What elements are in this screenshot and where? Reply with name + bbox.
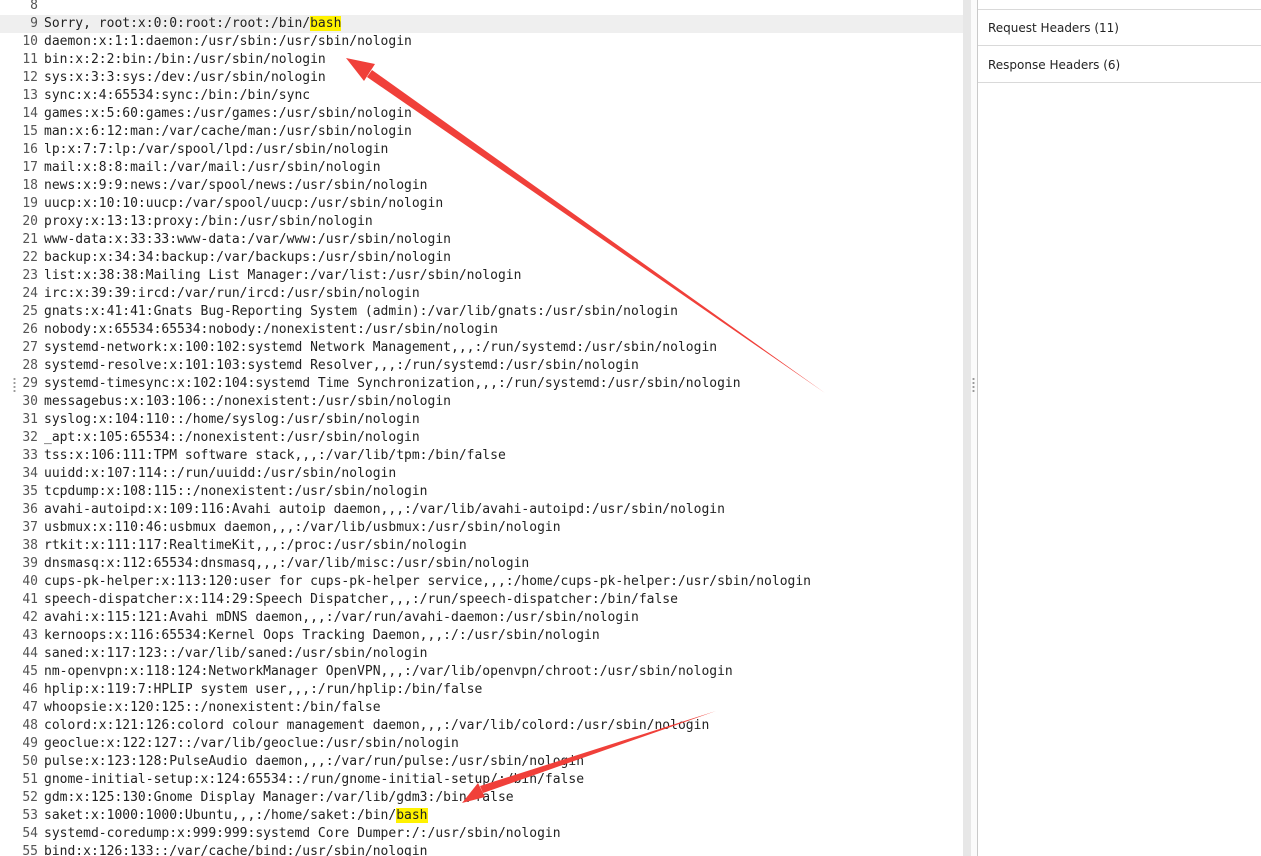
- inspector-panel: Request Headers (11) Response Headers (6…: [977, 0, 1261, 856]
- editor-vertical-scrollbar[interactable]: [963, 0, 971, 856]
- request-headers-item[interactable]: Request Headers (11): [978, 10, 1261, 46]
- request-headers-label: Request Headers (11): [988, 21, 1119, 35]
- response-headers-item[interactable]: Response Headers (6): [978, 47, 1261, 83]
- annotation-arrows: [346, 58, 825, 803]
- splitter-grip-icon[interactable]: [972, 377, 975, 393]
- annotation-arrow-down: [462, 711, 716, 803]
- inspector-top-item[interactable]: [978, 0, 1261, 10]
- annotation-arrow-up: [346, 58, 825, 393]
- response-headers-label: Response Headers (6): [988, 58, 1121, 72]
